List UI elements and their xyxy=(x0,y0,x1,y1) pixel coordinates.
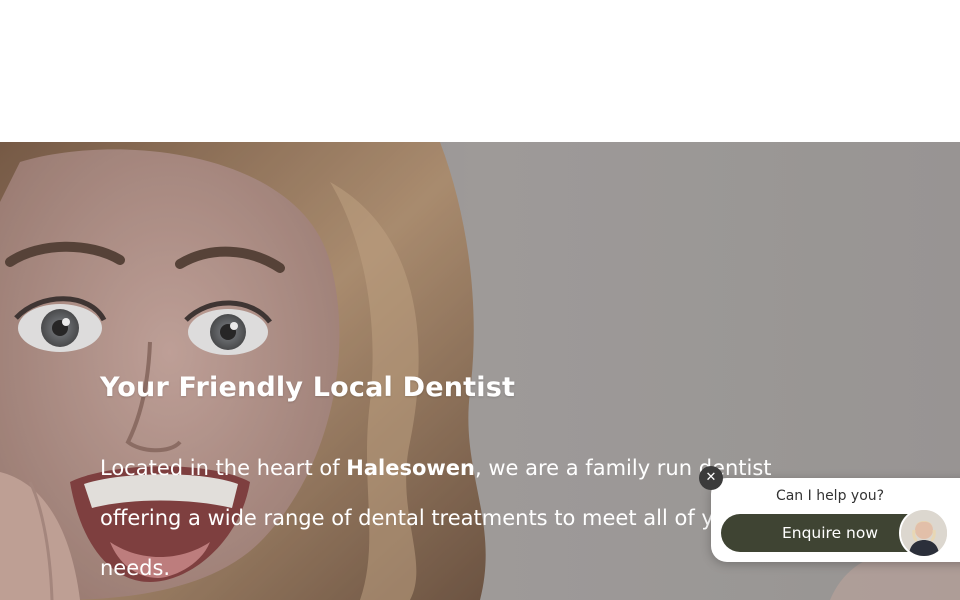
chat-prompt: Can I help you? xyxy=(775,488,885,504)
site-header xyxy=(0,0,960,142)
agent-avatar-icon xyxy=(901,510,947,556)
agent-avatar[interactable] xyxy=(899,508,949,558)
hero-description: Located in the heart of Halesowen, we ar… xyxy=(100,443,810,593)
hero-text-before: Located in the heart of xyxy=(100,456,347,480)
chat-widget: Can I help you? Enquire now xyxy=(711,478,960,562)
hero-location: Halesowen xyxy=(346,456,475,480)
hero-title: Your Friendly Local Dentist xyxy=(100,372,516,403)
chat-close-icon[interactable]: ✕ xyxy=(699,466,723,490)
